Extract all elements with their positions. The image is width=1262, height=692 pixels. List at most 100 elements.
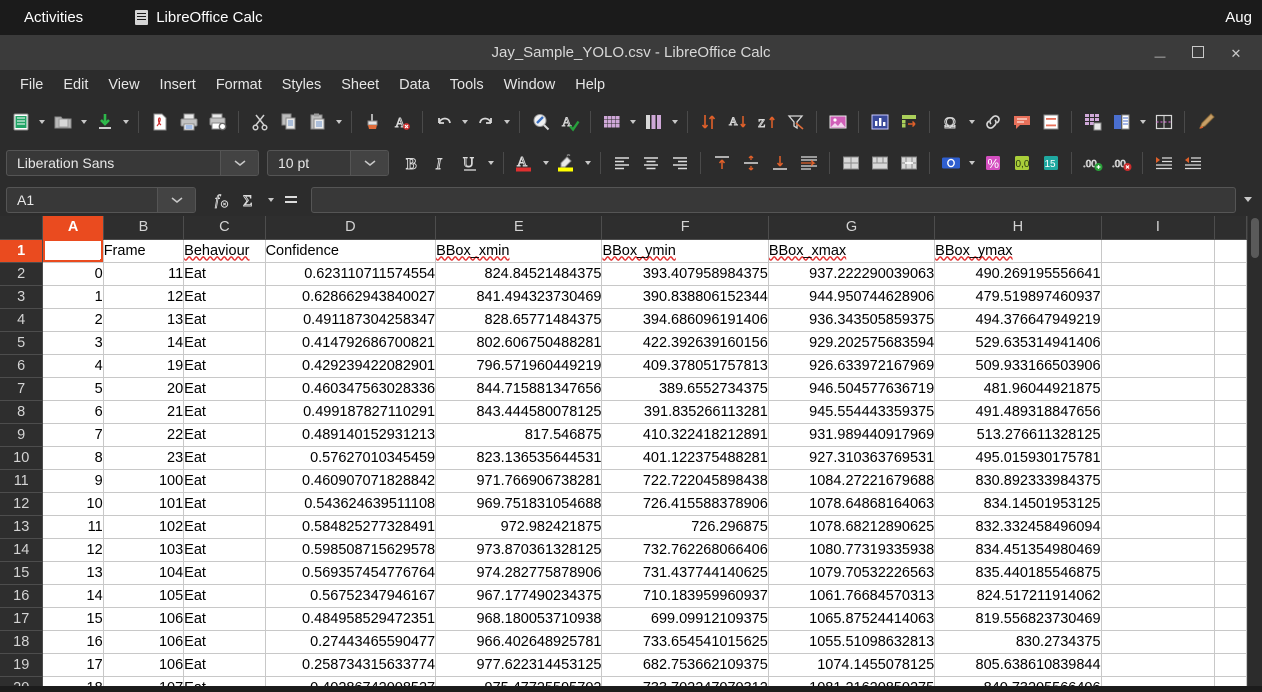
cell-F5[interactable]: 422.392639160156: [601, 331, 769, 355]
close-button[interactable]: [1228, 46, 1244, 60]
cell-D19[interactable]: 0.258734315633774: [265, 653, 437, 677]
activities-button[interactable]: Activities: [14, 9, 93, 26]
cell-I14[interactable]: [1101, 538, 1216, 562]
cell-X9[interactable]: [1214, 423, 1247, 447]
cell-D15[interactable]: 0.569357454776764: [265, 561, 437, 585]
cell-I13[interactable]: [1101, 515, 1216, 539]
cell-I18[interactable]: [1101, 630, 1216, 654]
cell-I16[interactable]: [1101, 584, 1216, 608]
cell-C1[interactable]: Behaviour: [183, 239, 266, 263]
cell-A10[interactable]: 8: [42, 446, 104, 470]
row-header-7[interactable]: 7: [0, 377, 44, 401]
row-header-17[interactable]: 17: [0, 607, 44, 631]
cell-F3[interactable]: 390.838806152344: [601, 285, 769, 309]
row-dropdown-caret[interactable]: [626, 107, 639, 136]
cell-H11[interactable]: 830.892333984375: [934, 469, 1102, 493]
cell-D14[interactable]: 0.598508715629578: [265, 538, 437, 562]
cell-G19[interactable]: 1074.1455078125: [768, 653, 936, 677]
cell-H1[interactable]: BBox_ymax: [934, 239, 1102, 263]
cell-X8[interactable]: [1214, 400, 1247, 424]
cell-C13[interactable]: Eat: [183, 515, 266, 539]
column-header-I[interactable]: I: [1101, 216, 1216, 240]
align-right-icon[interactable]: [665, 149, 694, 178]
cell-D2[interactable]: 0.623110711574554: [265, 262, 437, 286]
row-header-11[interactable]: 11: [0, 469, 44, 493]
cell-B7[interactable]: 20: [103, 377, 185, 401]
cell-I19[interactable]: [1101, 653, 1216, 677]
cell-C11[interactable]: Eat: [183, 469, 266, 493]
unmerge-cells-icon[interactable]: [894, 149, 923, 178]
cell-F4[interactable]: 394.686096191406: [601, 308, 769, 332]
cell-C18[interactable]: Eat: [183, 630, 266, 654]
cell-G9[interactable]: 931.989440917969: [768, 423, 936, 447]
cell-A17[interactable]: 15: [42, 607, 104, 631]
cell-X1[interactable]: [1214, 239, 1247, 263]
cell-I2[interactable]: [1101, 262, 1216, 286]
font-name-dropdown-caret[interactable]: [220, 151, 258, 175]
cell-X4[interactable]: [1214, 308, 1247, 332]
print-icon[interactable]: [174, 107, 203, 136]
cell-H7[interactable]: 481.96044921875: [934, 377, 1102, 401]
cell-A5[interactable]: 3: [42, 331, 104, 355]
name-box-value[interactable]: A1: [7, 192, 157, 208]
menu-item-file[interactable]: File: [10, 74, 53, 96]
system-clock[interactable]: Aug: [1225, 0, 1252, 35]
cell-E2[interactable]: 824.84521484375: [435, 262, 603, 286]
currency-caret[interactable]: [965, 149, 978, 178]
highlight-color-caret[interactable]: [581, 149, 594, 178]
column-header-next[interactable]: [1214, 216, 1247, 240]
spreadsheet-viewport[interactable]: ABCDEFGHI 1 Frame Behaviour Confidence BBox_…: [0, 216, 1247, 686]
cell-E11[interactable]: 971.766906738281: [435, 469, 603, 493]
cell-B2[interactable]: 11: [103, 262, 185, 286]
font-color-caret[interactable]: [539, 149, 552, 178]
merge-center-icon[interactable]: [865, 149, 894, 178]
column-header-B[interactable]: B: [103, 216, 185, 240]
cell-F20[interactable]: 733.702247070312: [601, 676, 769, 686]
cell-C17[interactable]: Eat: [183, 607, 266, 631]
cell-A9[interactable]: 7: [42, 423, 104, 447]
cell-H4[interactable]: 494.376647949219: [934, 308, 1102, 332]
cell-A19[interactable]: 17: [42, 653, 104, 677]
cell-C12[interactable]: Eat: [183, 492, 266, 516]
cell-X20[interactable]: [1214, 676, 1247, 686]
cell-I20[interactable]: [1101, 676, 1216, 686]
cell-F14[interactable]: 732.762268066406: [601, 538, 769, 562]
cell-E13[interactable]: 972.982421875: [435, 515, 603, 539]
expand-formula-bar-icon[interactable]: [1240, 187, 1256, 213]
row-icon[interactable]: [597, 107, 626, 136]
cell-D3[interactable]: 0.628662943840027: [265, 285, 437, 309]
cell-X10[interactable]: [1214, 446, 1247, 470]
row-header-9[interactable]: 9: [0, 423, 44, 447]
cell-X5[interactable]: [1214, 331, 1247, 355]
cell-C7[interactable]: Eat: [183, 377, 266, 401]
cell-A16[interactable]: 14: [42, 584, 104, 608]
cell-C5[interactable]: Eat: [183, 331, 266, 355]
column-header-H[interactable]: H: [934, 216, 1102, 240]
cell-D10[interactable]: 0.57627010345459: [265, 446, 437, 470]
cell-G18[interactable]: 1055.51098632813: [768, 630, 936, 654]
cell-I3[interactable]: [1101, 285, 1216, 309]
name-box[interactable]: A1: [6, 186, 196, 213]
cell-X13[interactable]: [1214, 515, 1247, 539]
column-header-G[interactable]: G: [768, 216, 936, 240]
row-header-16[interactable]: 16: [0, 584, 44, 608]
cell-X16[interactable]: [1214, 584, 1247, 608]
cell-X18[interactable]: [1214, 630, 1247, 654]
cell-B11[interactable]: 100: [103, 469, 185, 493]
cell-C16[interactable]: Eat: [183, 584, 266, 608]
cell-B16[interactable]: 105: [103, 584, 185, 608]
open-dropdown-caret[interactable]: [77, 107, 90, 136]
name-box-dropdown-caret[interactable]: [157, 187, 195, 212]
cell-H2[interactable]: 490.269195556641: [934, 262, 1102, 286]
paste-dropdown-caret[interactable]: [332, 107, 345, 136]
cell-X7[interactable]: [1214, 377, 1247, 401]
cell-C20[interactable]: Eat: [183, 676, 266, 686]
spelling-icon[interactable]: A: [555, 107, 584, 136]
split-window-icon[interactable]: [1107, 107, 1136, 136]
cell-H10[interactable]: 495.015930175781: [934, 446, 1102, 470]
cell-G2[interactable]: 937.222290039063: [768, 262, 936, 286]
cell-G13[interactable]: 1078.68212890625: [768, 515, 936, 539]
save-dropdown-caret[interactable]: [119, 107, 132, 136]
number-format-icon[interactable]: 0,0: [1007, 149, 1036, 178]
cell-A11[interactable]: 9: [42, 469, 104, 493]
